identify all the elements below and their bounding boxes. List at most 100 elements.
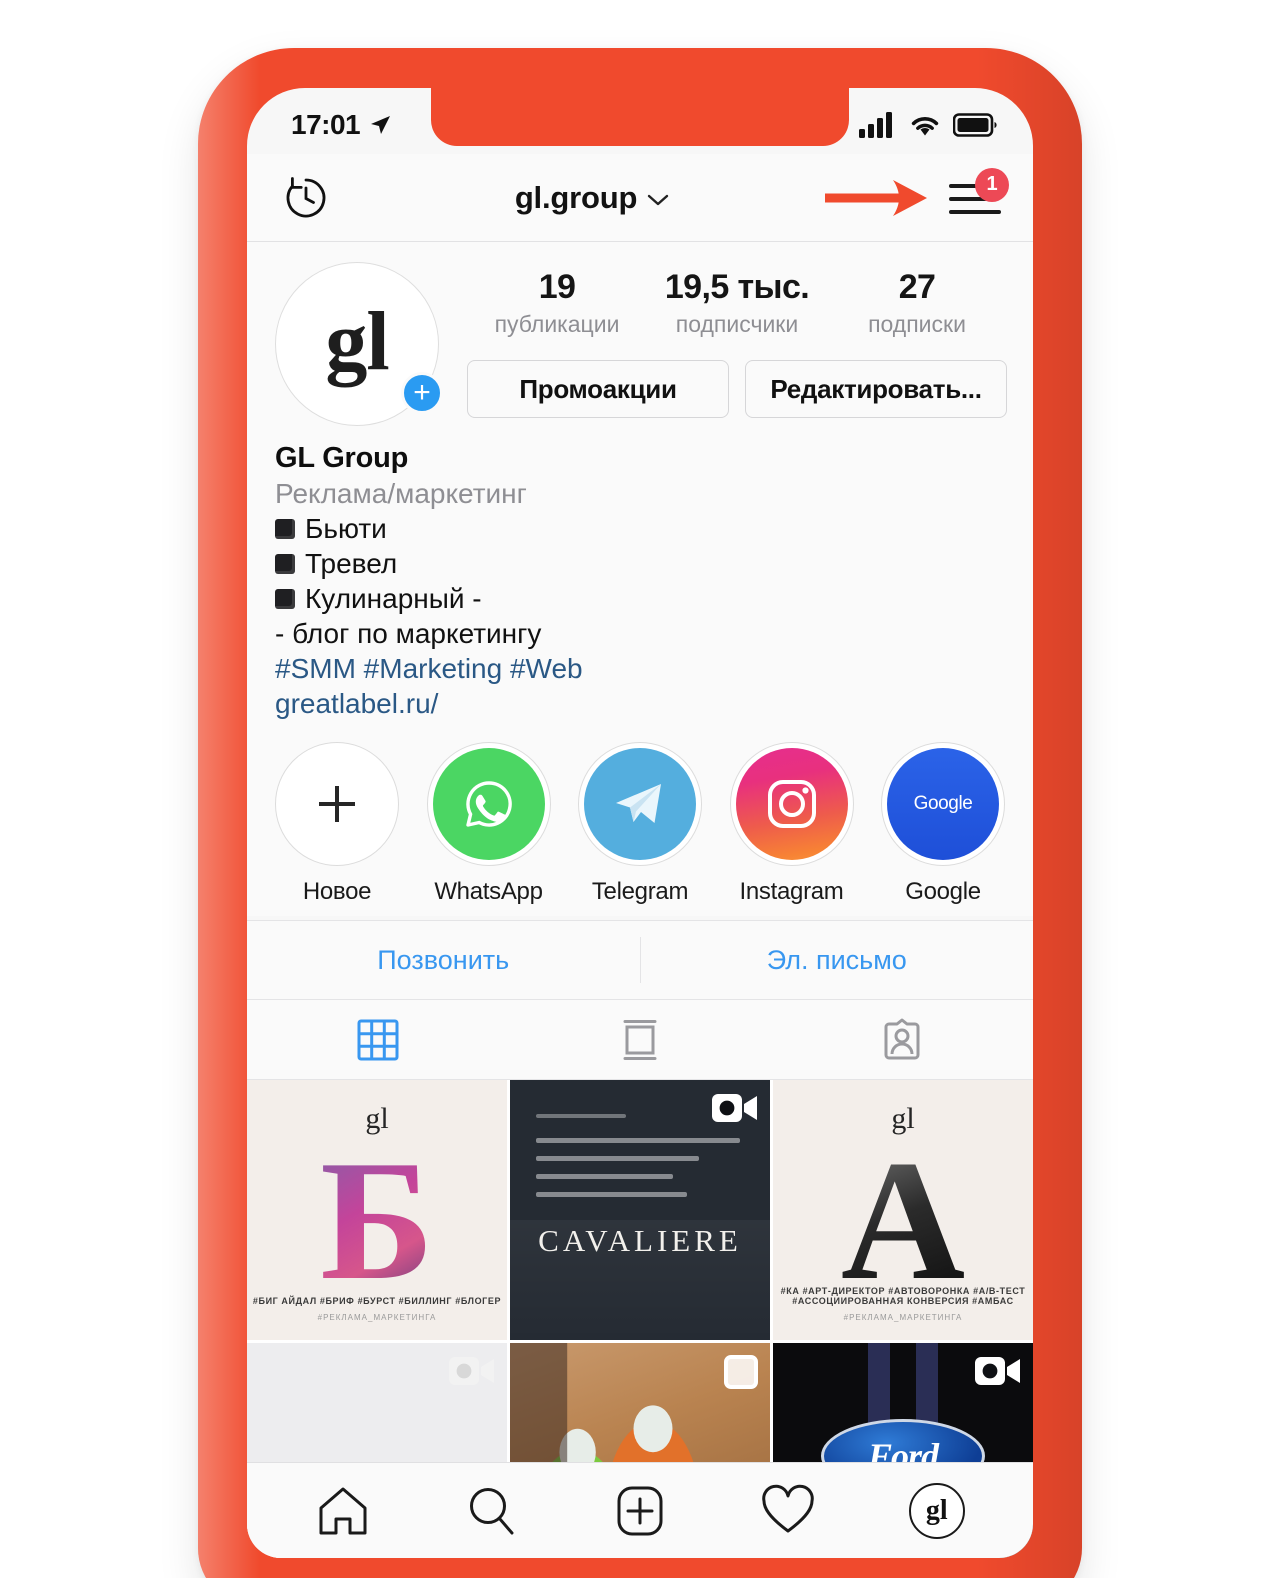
post-thumbnail[interactable]: gl Б #БИГ АЙДАЛ #БРИФ #БУРСТ #БИЛЛИНГ #Б…	[247, 1080, 507, 1340]
video-icon	[712, 1094, 757, 1122]
nav-home-button[interactable]	[300, 1476, 386, 1546]
email-button[interactable]: Эл. письмо	[641, 921, 1034, 999]
highlight-ring	[729, 742, 854, 866]
black-square-icon	[275, 554, 295, 574]
screenshot-stage: 17:01 gl.group 1 gl + 19 публикации 19,5…	[0, 0, 1280, 1578]
account-switcher[interactable]: gl.group	[373, 180, 811, 216]
highlight-cover-whatsapp	[432, 748, 545, 860]
nav-profile-button[interactable]: gl	[894, 1476, 980, 1546]
bio-line-text: - блог по маркетингу	[275, 618, 542, 649]
tab-grid[interactable]	[247, 1000, 509, 1079]
page-title: gl.group	[514, 179, 638, 215]
highlight-cover-instagram	[735, 748, 848, 860]
phone-screen: 17:01 gl.group 1 gl + 19 публикации 19,5…	[247, 88, 1033, 1558]
highlight-whatsapp[interactable]: WhatsApp	[423, 742, 555, 906]
profile-avatar-text: gl	[925, 1494, 948, 1526]
bio-bullet-3-label: Кулинарный -	[305, 583, 482, 614]
chevron-down-icon	[647, 194, 669, 205]
whatsapp-icon	[465, 781, 512, 827]
highlight-new[interactable]: Новое	[271, 742, 403, 906]
plus-icon	[319, 786, 355, 822]
highlight-instagram[interactable]: Instagram	[726, 742, 858, 906]
post-3-content: gl A #КА #АРТ-ДИРЕКТОР #АВТОВОРОНКА #A/B…	[773, 1080, 1033, 1340]
stat-posts[interactable]: 19 публикации	[467, 268, 647, 338]
edit-profile-button[interactable]: Редактировать...	[745, 360, 1007, 418]
bio-display-name: GL Group	[275, 442, 409, 474]
black-square-icon	[275, 519, 295, 539]
stat-following[interactable]: 27 подписки	[827, 268, 1007, 338]
text-line	[536, 1192, 687, 1197]
carousel-icon	[724, 1355, 758, 1389]
highlight-cover-telegram	[584, 748, 696, 860]
video-icon	[975, 1357, 1020, 1385]
promotions-button[interactable]: Промоакции	[467, 360, 729, 418]
profile-bio: GL Group Реклама/маркетинг Бьюти Тревел …	[247, 426, 1033, 720]
poster-layout: gl Б #БИГ АЙДАЛ #БРИФ #БУРСТ #БИЛЛИНГ #Б…	[247, 1080, 507, 1340]
poster-letter-glyph: Б	[320, 1126, 434, 1317]
poster-hashtags: #КА #АРТ-ДИРЕКТОР #АВТОВОРОНКА #A/B-ТЕСТ…	[780, 1286, 1026, 1306]
stat-followers-label: подписчики	[675, 311, 799, 337]
wifi-icon	[911, 117, 939, 136]
nav-search-button[interactable]	[449, 1476, 535, 1546]
history-button[interactable]	[283, 175, 373, 221]
search-icon	[469, 1487, 514, 1534]
stat-followers-value: 19,5 тыс.	[664, 268, 810, 306]
menu-notification-badge: 1	[975, 167, 1009, 202]
add-post-icon	[617, 1486, 663, 1535]
text-line	[536, 1114, 626, 1118]
bio-website-link[interactable]: greatlabel.ru/	[275, 688, 1007, 720]
stat-followers[interactable]: 19,5 тыс. подписчики	[647, 268, 827, 338]
bottom-navigation: gl	[247, 1462, 1033, 1558]
location-arrow-icon	[371, 116, 391, 134]
tab-tagged[interactable]	[771, 1000, 1033, 1079]
poster-big-letter: A	[839, 1135, 967, 1306]
bio-bullet-1: Бьюти	[275, 513, 1007, 545]
highlight-whatsapp-label: WhatsApp	[434, 878, 543, 905]
story-highlights: Новое WhatsApp Telegram Instagram Google…	[247, 720, 1033, 916]
status-bar: 17:01	[247, 88, 1033, 154]
highlight-ring	[578, 742, 702, 866]
google-icon: Google	[913, 793, 973, 814]
stat-following-value: 27	[898, 268, 936, 306]
text-line	[536, 1156, 700, 1161]
bio-bullet-1-label: Бьюти	[305, 513, 387, 544]
highlight-google[interactable]: Google Google	[877, 742, 1009, 906]
heart-activity-icon	[762, 1484, 815, 1532]
cellular-signal-icon	[859, 112, 892, 138]
status-time-group: 17:01	[291, 109, 392, 141]
bio-hashtags[interactable]: #SMM #Marketing #Web	[275, 653, 1007, 685]
plus-icon: +	[413, 376, 431, 409]
call-button[interactable]: Позвонить	[247, 921, 640, 999]
avatar[interactable]: gl +	[275, 262, 443, 426]
text-line	[536, 1138, 740, 1143]
nav-activity-button[interactable]	[745, 1476, 831, 1546]
stat-following-label: подписки	[868, 311, 966, 337]
highlight-google-label: Google	[905, 878, 981, 905]
highlight-telegram[interactable]: Telegram	[574, 742, 706, 906]
bio-bullet-2-label: Тревел	[305, 548, 398, 579]
video-icon	[449, 1357, 494, 1385]
dark-text-block	[536, 1114, 740, 1210]
telegram-icon	[616, 784, 661, 823]
navigation-bar: gl.group 1	[247, 154, 1033, 242]
profile-top-row: gl + 19 публикации 19,5 тыс. подписчики …	[273, 262, 1007, 426]
hamburger-menu-button[interactable]: 1	[949, 167, 1009, 218]
post-2-content: CAVALIERE	[510, 1080, 770, 1340]
battery-full-icon	[953, 113, 997, 137]
highlight-instagram-label: Instagram	[739, 878, 844, 905]
highlight-cover-new	[281, 748, 393, 860]
home-icon	[319, 1487, 367, 1534]
poster-hashtags: #БИГ АЙДАЛ #БРИФ #БУРСТ #БИЛЛИНГ #БЛОГЕР	[252, 1296, 502, 1306]
igtv-tab-icon	[623, 1019, 657, 1060]
post-thumbnail[interactable]: CAVALIERE	[510, 1080, 770, 1340]
profile-avatar-icon: gl	[908, 1482, 965, 1539]
highlight-new-label: Новое	[302, 878, 372, 905]
add-story-button[interactable]: +	[401, 372, 443, 414]
nav-add-post-button[interactable]	[597, 1476, 683, 1546]
profile-scroll-area[interactable]: gl + 19 публикации 19,5 тыс. подписчики …	[247, 242, 1033, 1558]
poster-footer: #РЕКЛАМА_МАРКЕТИНГА	[317, 1313, 437, 1322]
post-thumbnail[interactable]: gl A #КА #АРТ-ДИРЕКТОР #АВТОВОРОНКА #A/B…	[773, 1080, 1033, 1340]
tab-igtv[interactable]	[509, 1000, 771, 1079]
annotation-arrow	[823, 176, 931, 220]
stat-posts-value: 19	[538, 268, 576, 306]
